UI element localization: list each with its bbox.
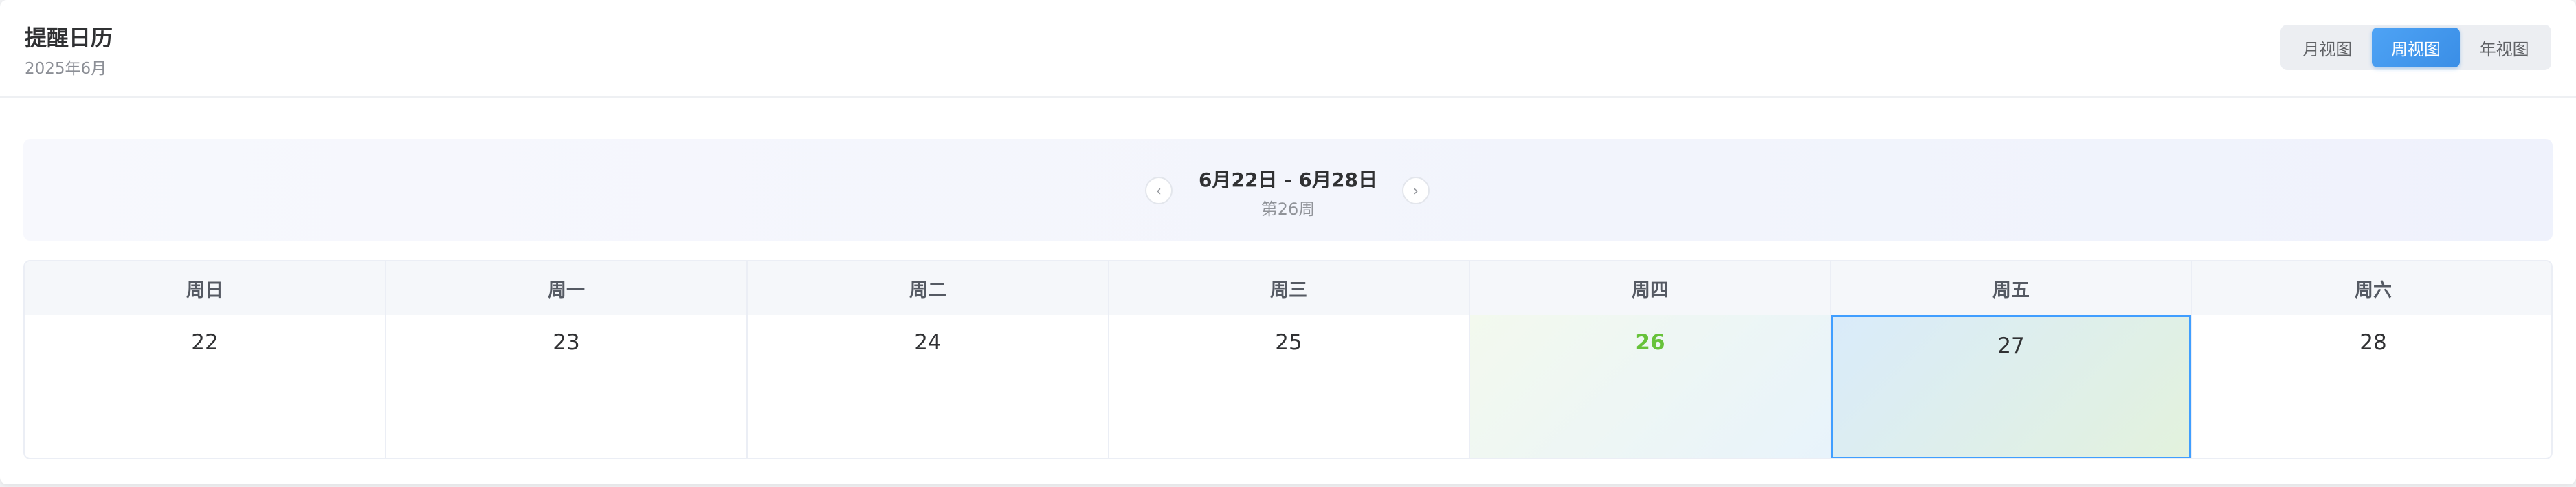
day-number: 26 (1635, 330, 1665, 355)
day-number: 24 (914, 330, 942, 355)
weekday-header: 周三 (1109, 261, 1469, 315)
day-column-tue[interactable]: 周二 24 (748, 261, 1109, 458)
weekday-header: 周一 (386, 261, 746, 315)
chevron-left-icon[interactable]: ‹ (1145, 177, 1173, 204)
day-cell[interactable]: 25 (1109, 315, 1469, 458)
day-number: 23 (553, 330, 580, 355)
weekday-header: 周四 (1470, 261, 1830, 315)
day-cell[interactable]: 28 (2192, 315, 2551, 458)
day-column-thu-today[interactable]: 周四 26 (1470, 261, 1832, 458)
day-column-sun[interactable]: 周日 22 (25, 261, 386, 458)
calendar-card: 提醒日历 2025年6月 月视图 周视图 年视图 ‹ 6月22日 - 6月28日… (0, 0, 2576, 484)
day-number: 25 (1275, 330, 1302, 355)
year-view-button[interactable]: 年视图 (2460, 28, 2549, 67)
day-cell-selected[interactable]: 27 (1831, 315, 2191, 458)
calendar-header: 提醒日历 2025年6月 月视图 周视图 年视图 (0, 0, 2576, 98)
day-number: 27 (1997, 334, 2025, 358)
week-view-button[interactable]: 周视图 (2371, 28, 2461, 67)
day-column-mon[interactable]: 周一 23 (386, 261, 748, 458)
day-column-wed[interactable]: 周三 25 (1109, 261, 1470, 458)
day-cell-today[interactable]: 26 (1470, 315, 1830, 458)
weekday-header: 周二 (748, 261, 1108, 315)
day-number: 28 (2360, 330, 2387, 355)
chevron-right-icon[interactable]: › (1402, 177, 1430, 204)
day-number: 22 (191, 330, 219, 355)
weekday-header: 周五 (1831, 261, 2191, 315)
day-column-fri-selected[interactable]: 周五 27 (1831, 261, 2192, 458)
week-navigator: ‹ 6月22日 - 6月28日 第26周 › (23, 139, 2553, 241)
month-view-button[interactable]: 月视图 (2283, 28, 2372, 67)
day-cell[interactable]: 24 (748, 315, 1108, 458)
week-grid: 周日 22 周一 23 周二 24 周三 25 周四 26 周五 27 周六 2… (23, 260, 2553, 459)
day-column-sat[interactable]: 周六 28 (2192, 261, 2551, 458)
current-month-label: 2025年6月 (25, 60, 107, 78)
page-title: 提醒日历 (25, 25, 113, 51)
weekday-header: 周六 (2192, 261, 2551, 315)
week-number-label: 第26周 (1261, 199, 1315, 219)
day-cell[interactable]: 22 (25, 315, 385, 458)
view-switcher: 月视图 周视图 年视图 (2280, 25, 2551, 70)
weekday-header: 周日 (25, 261, 385, 315)
week-range-label: 6月22日 - 6月28日 (1198, 169, 1377, 191)
day-cell[interactable]: 23 (386, 315, 746, 458)
